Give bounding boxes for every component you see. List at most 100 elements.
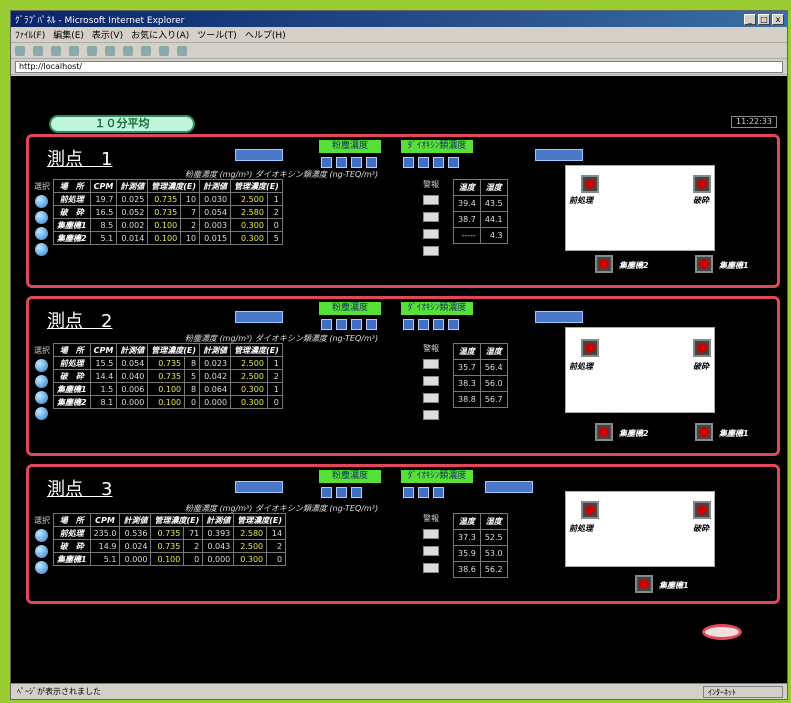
dust-button-3[interactable] (351, 319, 362, 330)
close-button[interactable]: x (772, 13, 784, 25)
table-row: 35.9 53.0 (453, 545, 508, 562)
dust-button-3[interactable] (351, 487, 362, 498)
panel-point-2: 測点 2 粉塵濃度 ﾀﾞｲｵｷｼﾝ類濃度 粉塵濃度 (mg/m³) ダイオキシン… (26, 296, 780, 456)
alarm-lamp-3[interactable] (595, 255, 613, 273)
close-oval-button[interactable] (702, 624, 742, 640)
search-icon[interactable] (105, 45, 115, 56)
alarm-indicator-1[interactable] (423, 529, 439, 539)
alarm-indicator-2[interactable] (423, 212, 439, 222)
select-radio-4[interactable] (35, 407, 48, 420)
menu-help[interactable]: ヘルプ(H) (245, 28, 286, 41)
dioxin-button-2[interactable] (418, 157, 429, 168)
table-row: 破 砕 16.5 0.052 0.735 7 0.054 2.580 2 (53, 205, 283, 219)
dust-button-2[interactable] (336, 487, 347, 498)
alarm-indicator-3[interactable] (423, 563, 439, 573)
table-row: 集塵機1 5.1 0.000 0.100 0 0.000 0.300 0 (53, 552, 287, 566)
dioxin-button-3[interactable] (433, 487, 444, 498)
alarm-lamp-2[interactable] (693, 339, 711, 357)
mail-icon[interactable] (159, 45, 169, 56)
alarm-indicator-1[interactable] (423, 359, 439, 369)
alarm-label-3: 集塵機1 (659, 581, 689, 590)
alarm-indicator-3[interactable] (423, 393, 439, 403)
menu-file[interactable]: ﾌｧｲﾙ(F) (15, 28, 45, 41)
refresh-icon[interactable] (69, 45, 79, 56)
alarm-lamp-4[interactable] (695, 423, 713, 441)
select-radio-1[interactable] (35, 529, 48, 542)
dust-button-1[interactable] (321, 319, 332, 330)
select-radio-2[interactable] (35, 375, 48, 388)
alarm-indicator-4[interactable] (423, 410, 439, 420)
alarm-indicator-1[interactable] (423, 195, 439, 205)
alarm-lamp-1[interactable] (581, 175, 599, 193)
browser-window: ｸﾞﾗﾌﾞﾊﾟﾈﾙ - Microsoft Internet Explorer … (10, 10, 788, 700)
dust-button-4[interactable] (366, 319, 377, 330)
alarm-lamp-3[interactable] (595, 423, 613, 441)
select-radio-2[interactable] (35, 211, 48, 224)
dust-button-4[interactable] (366, 157, 377, 168)
alarm-indicator-3[interactable] (423, 229, 439, 239)
dioxin-button-3[interactable] (433, 157, 444, 168)
dioxin-button-4[interactable] (448, 319, 459, 330)
alarm-lamp-3[interactable] (635, 575, 653, 593)
dioxin-button-1[interactable] (403, 157, 414, 168)
alarm-indicator-4[interactable] (423, 246, 439, 256)
menu-tools[interactable]: ツール(T) (197, 28, 237, 41)
col-dust-limit: 管理濃度(E) (147, 179, 201, 193)
dioxin-button-4[interactable] (448, 157, 459, 168)
dust-button-2[interactable] (336, 319, 347, 330)
col-cpm: CPM (89, 179, 118, 193)
select-radio-4[interactable] (35, 243, 48, 256)
alarm-indicator-2[interactable] (423, 376, 439, 386)
dust-button-3[interactable] (351, 157, 362, 168)
dioxin-button-1[interactable] (403, 319, 414, 330)
settings-button[interactable] (535, 311, 583, 323)
dioxin-button-3[interactable] (433, 319, 444, 330)
history-button[interactable] (235, 481, 283, 493)
maximize-button[interactable]: □ (758, 13, 770, 25)
select-radio-3[interactable] (35, 227, 48, 240)
forward-icon[interactable] (33, 45, 43, 56)
menu-edit[interactable]: 編集(E) (53, 28, 84, 41)
dioxin-button-1[interactable] (403, 487, 414, 498)
menu-favorites[interactable]: お気に入り(A) (131, 28, 189, 41)
minimize-button[interactable]: _ (744, 13, 756, 25)
print-icon[interactable] (177, 45, 187, 56)
toolbar (11, 43, 787, 59)
menu-view[interactable]: 表示(V) (92, 28, 123, 41)
history-button[interactable] (235, 311, 283, 323)
dust-button-1[interactable] (321, 157, 332, 168)
alarm-lamp-4[interactable] (695, 255, 713, 273)
panel-title: 測点 2 (47, 311, 113, 332)
settings-button[interactable] (535, 149, 583, 161)
address-input[interactable]: http://localhost/ (15, 60, 783, 73)
history-button[interactable] (235, 149, 283, 161)
col-dioxin-limit: 管理濃度(E) (230, 179, 283, 193)
dust-button-2[interactable] (336, 157, 347, 168)
dust-label: 粉塵濃度 (319, 302, 381, 315)
alarm-lamp-2[interactable] (693, 501, 711, 519)
alarm-lamp-2[interactable] (693, 175, 711, 193)
table-row: 集塵機1 8.5 0.002 0.100 2 0.003 0.300 0 (53, 218, 283, 232)
home-icon[interactable] (87, 45, 97, 56)
select-radio-1[interactable] (35, 359, 48, 372)
back-icon[interactable] (15, 45, 25, 56)
dust-button-1[interactable] (321, 487, 332, 498)
zone-indicator: ｲﾝﾀｰﾈｯﾄ (703, 685, 783, 698)
alarm-label-3: 集塵機2 (619, 429, 649, 438)
stop-icon[interactable] (51, 45, 61, 56)
table-row: 38.3 56.0 (453, 375, 508, 392)
select-radio-1[interactable] (35, 195, 48, 208)
alarm-indicator-2[interactable] (423, 546, 439, 556)
history-icon[interactable] (141, 45, 151, 56)
select-radio-3[interactable] (35, 391, 48, 404)
alarm-lamp-1[interactable] (581, 339, 599, 357)
select-radio-2[interactable] (35, 545, 48, 558)
dioxin-button-2[interactable] (418, 487, 429, 498)
favorites-icon[interactable] (123, 45, 133, 56)
table-row: 集塵機2 8.1 0.000 0.100 0 0.000 0.300 0 (53, 395, 283, 409)
alarm-lamp-1[interactable] (581, 501, 599, 519)
settings-button[interactable] (485, 481, 533, 493)
table-row: 38.8 56.7 (453, 391, 508, 408)
select-radio-3[interactable] (35, 561, 48, 574)
dioxin-button-2[interactable] (418, 319, 429, 330)
